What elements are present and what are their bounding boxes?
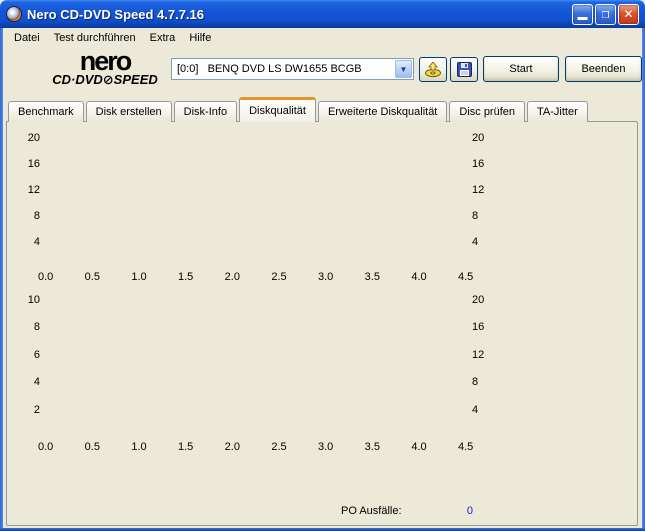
close-icon: ✕: [619, 5, 638, 24]
jitter-right-axis: 20161284: [470, 300, 496, 437]
axis-tick-label: 6: [34, 349, 40, 361]
speed-right-axis: 20161284: [470, 138, 496, 268]
axis-tick-label: 2.0: [225, 441, 240, 453]
axis-tick-label: 20: [472, 132, 484, 144]
axis-tick-label: 16: [472, 158, 484, 170]
po-failures-value: 0: [341, 505, 473, 517]
axis-tick-label: 8: [472, 376, 478, 388]
nero-logo: nero CD·DVD⊘SPEED: [30, 49, 180, 86]
tab-disk-erstellen[interactable]: Disk erstellen: [86, 101, 172, 122]
drive-select[interactable]: [0:0] BENQ DVD LS DW1655 BCGB ▼: [171, 58, 414, 80]
axis-tick-label: 4: [34, 376, 40, 388]
axis-tick-label: 3.5: [365, 441, 380, 453]
eject-disc-icon: [424, 62, 442, 78]
axis-tick-label: 4: [34, 236, 40, 248]
axis-tick-label: 3.5: [365, 271, 380, 283]
menu-test-durchfuehren[interactable]: Test durchführen: [47, 30, 143, 46]
save-icon: [457, 62, 472, 77]
minimize-button[interactable]: ▬: [572, 4, 593, 25]
axis-tick-label: 1.0: [131, 271, 146, 283]
axis-tick-label: 20: [28, 132, 40, 144]
axis-tick-label: 0.0: [38, 441, 53, 453]
axis-tick-label: 0.5: [85, 441, 100, 453]
title-bar: Nero CD-DVD Speed 4.7.7.16 ▬ ❒ ✕: [0, 0, 645, 28]
axis-tick-label: 4.0: [411, 271, 426, 283]
axis-tick-label: 12: [472, 184, 484, 196]
menu-datei[interactable]: Datei: [7, 30, 47, 46]
menu-hilfe[interactable]: Hilfe: [182, 30, 218, 46]
quit-button[interactable]: Beenden: [565, 56, 642, 82]
axis-tick-label: 8: [34, 321, 40, 333]
axis-tick-label: 1.5: [178, 441, 193, 453]
cddvd-speed-logo-text: CD·DVD⊘SPEED: [30, 73, 180, 86]
pi-failures-left-axis: 108642: [0, 300, 44, 437]
pi-errors-x-axis: 0.00.51.01.52.02.53.03.54.04.5: [47, 271, 467, 284]
axis-tick-label: 2.0: [225, 271, 240, 283]
axis-tick-label: 3.0: [318, 271, 333, 283]
drive-name: BENQ DVD LS DW1655 BCGB: [208, 63, 362, 75]
axis-tick-label: 4.0: [411, 441, 426, 453]
axis-tick-label: 0.0: [38, 271, 53, 283]
axis-tick-label: 12: [472, 349, 484, 361]
axis-tick-label: 0.5: [85, 271, 100, 283]
tab-page-diskqualitaet: [6, 121, 638, 526]
app-window: Nero CD-DVD Speed 4.7.7.16 ▬ ❒ ✕ Datei T…: [0, 0, 645, 531]
pi-errors-left-axis: 20161284: [0, 138, 44, 268]
tab-disc-pruefen[interactable]: Disc prüfen: [449, 101, 525, 122]
save-button[interactable]: [450, 57, 478, 82]
axis-tick-label: 16: [472, 321, 484, 333]
tab-diskqualitaet[interactable]: Diskqualität: [239, 97, 316, 122]
axis-tick-label: 1.5: [178, 271, 193, 283]
axis-tick-label: 20: [472, 294, 484, 306]
eject-disc-button[interactable]: [419, 57, 447, 82]
axis-tick-label: 3.0: [318, 441, 333, 453]
axis-tick-label: 1.0: [131, 441, 146, 453]
tab-strip: Benchmark Disk erstellen Disk-Info Diskq…: [8, 97, 590, 122]
axis-tick-label: 2.5: [271, 271, 286, 283]
start-button[interactable]: Start: [483, 56, 559, 82]
pi-failures-x-axis: 0.00.51.01.52.02.53.03.54.04.5: [47, 441, 467, 454]
axis-tick-label: 4: [472, 404, 478, 416]
axis-tick-label: 8: [34, 210, 40, 222]
app-icon: [6, 6, 22, 22]
minimize-icon: ▬: [573, 5, 592, 24]
axis-tick-label: 4.5: [458, 441, 473, 453]
tab-benchmark[interactable]: Benchmark: [8, 101, 84, 122]
axis-tick-label: 16: [28, 158, 40, 170]
maximize-button[interactable]: ❒: [595, 4, 616, 25]
axis-tick-label: 2: [34, 404, 40, 416]
close-button[interactable]: ✕: [618, 4, 639, 25]
drive-bus: [0:0]: [177, 63, 198, 75]
menu-bar: Datei Test durchführen Extra Hilfe: [3, 28, 642, 47]
axis-tick-label: 8: [472, 210, 478, 222]
toolbar: nero CD·DVD⊘SPEED [0:0] BENQ DVD LS DW16…: [3, 47, 642, 97]
menu-extra[interactable]: Extra: [143, 30, 183, 46]
window-title: Nero CD-DVD Speed 4.7.7.16: [27, 7, 572, 22]
axis-tick-label: 10: [28, 294, 40, 306]
nero-logo-text: nero: [30, 49, 180, 73]
axis-tick-label: 12: [28, 184, 40, 196]
maximize-icon: ❒: [596, 5, 615, 24]
window-frame-left: [0, 28, 3, 531]
axis-tick-label: 4: [472, 236, 478, 248]
tab-erweiterte-diskqualitaet[interactable]: Erweiterte Diskqualität: [318, 101, 447, 122]
axis-tick-label: 4.5: [458, 271, 473, 283]
chevron-down-icon[interactable]: ▼: [395, 60, 412, 78]
tab-ta-jitter[interactable]: TA-Jitter: [527, 101, 588, 122]
axis-tick-label: 2.5: [271, 441, 286, 453]
tab-disk-info[interactable]: Disk-Info: [174, 101, 237, 122]
